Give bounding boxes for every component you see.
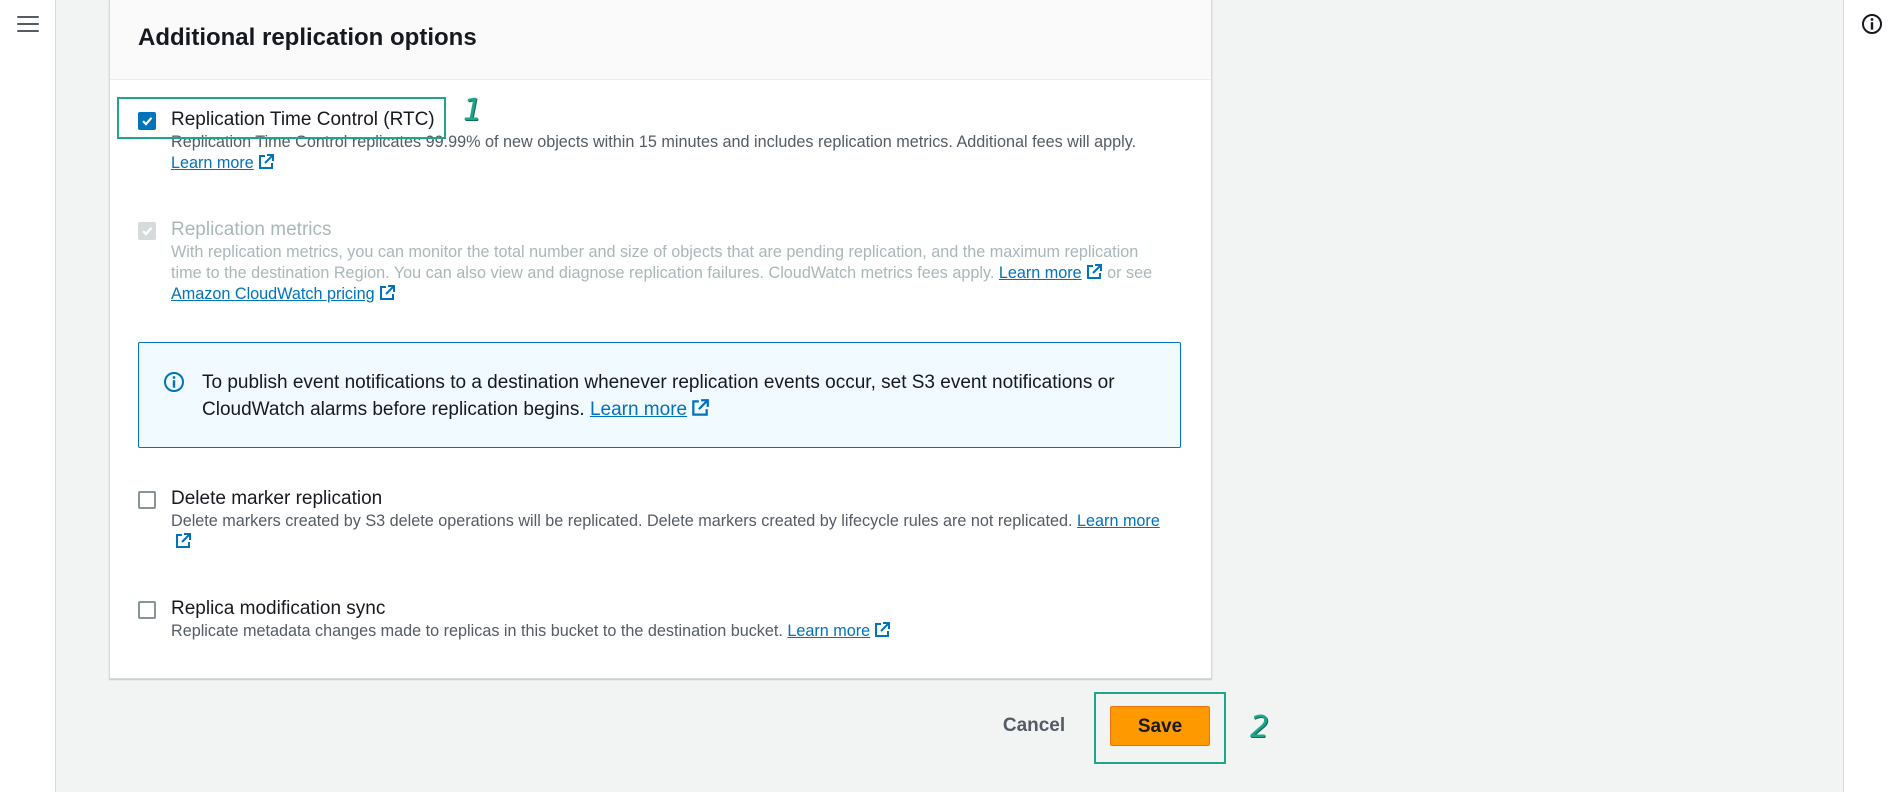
additional-replication-options-panel: Additional replication options Replicati… bbox=[109, 0, 1212, 679]
right-tools-rail bbox=[1843, 0, 1899, 792]
cloudwatch-pricing-link[interactable]: Amazon CloudWatch pricing bbox=[171, 285, 396, 303]
info-circle-icon bbox=[164, 372, 184, 392]
hamburger-menu-icon[interactable] bbox=[17, 16, 39, 34]
step-marker-2: 2 bbox=[1250, 710, 1270, 745]
replica-sync-label[interactable]: Replica modification sync bbox=[171, 598, 385, 620]
panel-header: Additional replication options bbox=[110, 0, 1211, 80]
left-navigation-rail bbox=[0, 0, 56, 792]
or-see-text: or see bbox=[1107, 264, 1153, 282]
rtc-learn-more-link[interactable]: Learn more bbox=[171, 154, 275, 172]
delete-marker-description: Delete markers created by S3 delete oper… bbox=[171, 511, 1171, 553]
info-alert: To publish event notifications to a dest… bbox=[138, 342, 1181, 448]
delete-marker-label[interactable]: Delete marker replication bbox=[171, 488, 382, 510]
delete-marker-description-text: Delete markers created by S3 delete oper… bbox=[171, 512, 1073, 530]
metrics-description: With replication metrics, you can monito… bbox=[171, 242, 1171, 305]
replica-sync-description-text: Replicate metadata changes made to repli… bbox=[171, 622, 783, 640]
step-marker-1: 1 bbox=[463, 93, 483, 128]
info-learn-more-link[interactable]: Learn more bbox=[590, 399, 710, 420]
external-link-icon bbox=[258, 154, 274, 169]
metrics-learn-more-link[interactable]: Learn more bbox=[999, 264, 1103, 282]
rtc-description-text: Replication Time Control replicates 99.9… bbox=[171, 133, 1137, 151]
metrics-label: Replication metrics bbox=[171, 219, 332, 240]
rtc-checkbox[interactable] bbox=[138, 112, 156, 130]
cancel-button[interactable]: Cancel bbox=[984, 710, 1084, 742]
replica-sync-description: Replicate metadata changes made to repli… bbox=[171, 621, 1171, 642]
replica-sync-learn-more-link[interactable]: Learn more bbox=[787, 622, 891, 640]
external-link-icon bbox=[692, 399, 709, 416]
info-alert-text: To publish event notifications to a dest… bbox=[202, 369, 1162, 423]
external-link-icon bbox=[379, 285, 395, 300]
panel-title: Additional replication options bbox=[138, 24, 477, 51]
rtc-description: Replication Time Control replicates 99.9… bbox=[171, 132, 1151, 174]
checkmark-icon bbox=[142, 117, 153, 126]
replica-sync-checkbox[interactable] bbox=[138, 601, 156, 619]
metrics-description-text: With replication metrics, you can monito… bbox=[171, 243, 1139, 282]
checkmark-icon bbox=[142, 227, 153, 236]
delete-marker-checkbox[interactable] bbox=[138, 491, 156, 509]
info-icon[interactable] bbox=[1861, 13, 1885, 37]
rtc-label[interactable]: Replication Time Control (RTC) bbox=[171, 109, 435, 131]
external-link-icon bbox=[1086, 264, 1102, 279]
save-button[interactable]: Save bbox=[1110, 706, 1210, 746]
external-link-icon bbox=[176, 533, 191, 548]
external-link-icon bbox=[875, 622, 891, 637]
metrics-checkbox bbox=[138, 222, 156, 240]
